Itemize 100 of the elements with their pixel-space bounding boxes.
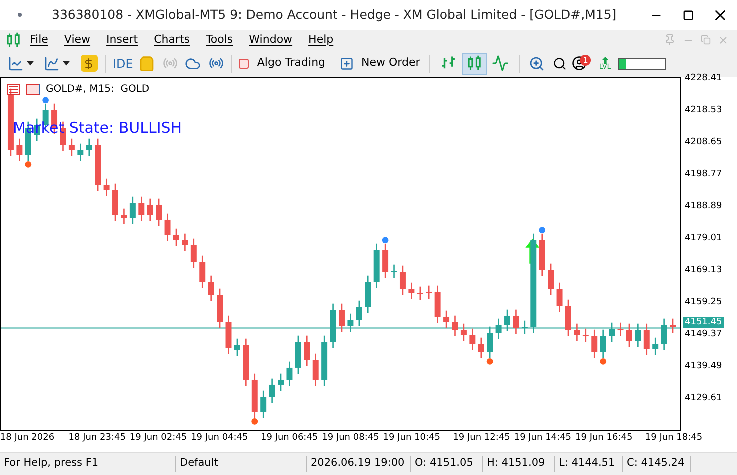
signal-dot bbox=[539, 227, 546, 234]
dollar-icon[interactable] bbox=[78, 52, 100, 74]
candlestick bbox=[618, 322, 624, 337]
price-label: 4129.61 bbox=[685, 394, 722, 404]
candlestick bbox=[635, 323, 642, 348]
up-arrow-icon bbox=[602, 56, 609, 64]
candlestick bbox=[522, 320, 528, 335]
candles-icon bbox=[466, 55, 484, 72]
time-label: 19 Jun 18:45 bbox=[645, 434, 703, 443]
candlestick-chart-button[interactable] bbox=[462, 52, 488, 74]
price-label: 4179.01 bbox=[685, 234, 722, 244]
candlestick bbox=[417, 286, 424, 301]
candlestick bbox=[513, 309, 520, 335]
candlestick bbox=[278, 373, 284, 392]
candlestick bbox=[147, 198, 154, 222]
status-text: H: 4151.09 bbox=[483, 456, 555, 472]
candlestick bbox=[286, 361, 293, 387]
menu-item[interactable]: Tools bbox=[201, 32, 238, 48]
menu-item[interactable]: Window bbox=[244, 32, 298, 48]
time-label: 19 Jun 10:45 bbox=[383, 434, 440, 443]
time-label: 19 Jun 14:45 bbox=[514, 434, 572, 443]
notification-badge: 1 bbox=[580, 54, 592, 66]
new-order-button[interactable]: New Order bbox=[336, 55, 424, 72]
candlestick bbox=[190, 238, 197, 269]
candlestick bbox=[426, 285, 432, 300]
ide-button[interactable]: IDE bbox=[111, 54, 136, 72]
line-wave-icon bbox=[492, 55, 510, 72]
candlestick bbox=[200, 255, 206, 289]
menu-item[interactable]: Charts bbox=[149, 32, 196, 48]
candlestick bbox=[104, 178, 110, 197]
candlestick bbox=[444, 310, 450, 329]
menu-item[interactable]: Insert bbox=[102, 32, 144, 48]
candlestick bbox=[478, 337, 484, 359]
algo-trading-button[interactable]: Algo Trading bbox=[236, 55, 329, 72]
candlestick bbox=[348, 313, 354, 333]
time-label: 19 Jun 16:45 bbox=[576, 434, 633, 443]
candlestick bbox=[661, 318, 668, 351]
menu-item[interactable]: File bbox=[25, 32, 54, 48]
price-label: 4169.13 bbox=[685, 266, 722, 276]
status-text: 2026.06.19 19:00 bbox=[307, 456, 411, 472]
caret-icon bbox=[27, 61, 34, 66]
candlestick bbox=[260, 390, 267, 419]
signal-dot bbox=[252, 418, 258, 425]
chart-window-icon bbox=[44, 56, 60, 72]
window-title: 336380108 - XMGlobal-MT5 9: Demo Account - Hedge - XM Global Limited - [GOLD#,M15] bbox=[52, 6, 617, 24]
candlestick bbox=[130, 196, 136, 225]
status-text: Default bbox=[176, 456, 307, 472]
price-label: 4208.65 bbox=[685, 138, 722, 148]
candlestick bbox=[626, 323, 632, 348]
candlestick bbox=[670, 318, 676, 334]
price-label: 4159.25 bbox=[685, 298, 722, 308]
candlestick bbox=[644, 323, 650, 356]
candlestick bbox=[496, 318, 502, 340]
signal-dot bbox=[382, 237, 389, 244]
candlestick bbox=[408, 282, 415, 300]
current-price-label: 4151.45 bbox=[683, 318, 724, 329]
candlestick bbox=[182, 233, 188, 252]
candlestick bbox=[452, 315, 458, 337]
trade-list-icon[interactable] bbox=[7, 84, 20, 95]
price-label: 4218.53 bbox=[685, 106, 722, 116]
plus-square-icon bbox=[340, 56, 354, 70]
account-button[interactable]: 1 bbox=[572, 52, 594, 74]
candlestick bbox=[356, 300, 362, 327]
candlestick bbox=[470, 328, 476, 351]
candlestick bbox=[556, 282, 563, 313]
signal-dot bbox=[42, 97, 49, 104]
candlestick bbox=[78, 143, 84, 162]
time-label: 18 Jun 23:45 bbox=[68, 434, 126, 443]
candlestick bbox=[86, 138, 92, 157]
time-label: 18 Jun 2026 bbox=[0, 434, 55, 443]
chart-template-icon[interactable] bbox=[26, 84, 40, 95]
candlestick bbox=[400, 265, 406, 296]
candlestick bbox=[16, 138, 23, 162]
candlestick bbox=[156, 198, 162, 227]
candlestick bbox=[164, 213, 171, 242]
candlestick bbox=[304, 335, 310, 367]
candlestick bbox=[609, 322, 616, 343]
chart-symbol-label: GOLD#, M15: GOLD bbox=[46, 83, 150, 97]
status-text: L: 4144.51 bbox=[555, 456, 623, 472]
candlestick bbox=[460, 323, 467, 342]
candlestick bbox=[208, 275, 214, 302]
price-label: 4228.41 bbox=[685, 74, 722, 84]
candlestick bbox=[565, 299, 572, 337]
price-label: 4188.89 bbox=[685, 202, 722, 212]
app-logo-icon bbox=[5, 32, 23, 48]
price-label: 4198.77 bbox=[685, 170, 722, 180]
status-text: O: 4151.05 bbox=[411, 456, 483, 472]
candlestick bbox=[312, 353, 319, 387]
candlestick bbox=[548, 263, 554, 296]
candlestick bbox=[339, 303, 345, 333]
menu-item[interactable]: Help bbox=[304, 32, 339, 48]
candlestick bbox=[574, 323, 580, 342]
time-label: 19 Jun 08:45 bbox=[322, 434, 380, 443]
signal-dot bbox=[600, 358, 607, 365]
menu-item[interactable]: View bbox=[59, 32, 96, 48]
candlestick bbox=[582, 328, 589, 343]
candlestick bbox=[391, 264, 398, 279]
candlestick bbox=[234, 338, 240, 357]
candlestick bbox=[269, 378, 276, 404]
candlestick bbox=[121, 208, 128, 225]
